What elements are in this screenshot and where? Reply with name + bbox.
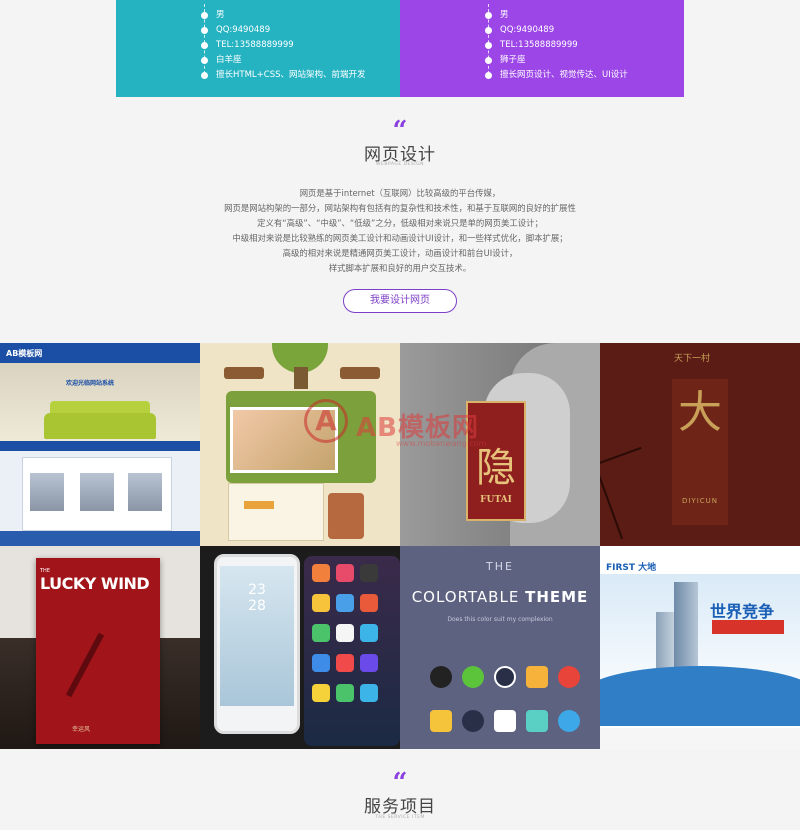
phone-clock: 23 28	[248, 582, 266, 614]
building-thumb	[30, 473, 64, 511]
banner-title: 世界竞争	[710, 602, 775, 621]
tree-trunk	[294, 367, 308, 389]
paper-tag	[244, 501, 274, 509]
app-icon	[312, 624, 330, 642]
profile-item: TEL:13588889999	[484, 38, 628, 53]
gallery-item-realestate-site[interactable]: FIRST 大地 世界竞争	[600, 546, 800, 749]
profile-list-1: 男 QQ:9490489 TEL:13588889999 白羊座 擅长HTML+…	[200, 8, 366, 83]
family-photo	[230, 407, 338, 473]
app-icon	[336, 624, 354, 642]
brand-label: DIYICUN	[681, 497, 719, 505]
profile-item: 男	[200, 8, 366, 23]
bullet-icon	[201, 57, 208, 64]
earth-image	[600, 666, 800, 726]
emblem-char: 隐	[476, 445, 516, 491]
section-subtitle: WEBPAGE DESIGN	[376, 162, 424, 167]
toggle-icon	[526, 710, 548, 732]
emoji-icon	[430, 710, 452, 732]
calendar-icon	[494, 710, 516, 732]
app-icon	[312, 564, 330, 582]
profile-item: QQ:9490489	[484, 23, 628, 38]
app-icon	[360, 624, 378, 642]
bullet-icon	[201, 27, 208, 34]
qq-icon	[430, 666, 452, 688]
bullet-icon	[201, 72, 208, 79]
clock-icon	[494, 666, 516, 688]
app-icon	[360, 654, 378, 672]
profile-item: 擅长HTML+CSS、网站架构、前端开发	[200, 68, 366, 83]
compass-icon	[558, 710, 580, 732]
gallery-item-website[interactable]: AB模板网 欢迎光临网站系统	[0, 343, 200, 546]
bullet-icon	[485, 12, 492, 19]
app-grid	[304, 556, 400, 746]
profile-card-2: 男 QQ:9490489 TEL:13588889999 狮子座 擅长网页设计、…	[400, 0, 684, 97]
bullet-icon	[485, 57, 492, 64]
notepaper	[228, 483, 324, 541]
gallery-item-lucky-wind[interactable]: THE LUCKY WIND 幸运风	[0, 546, 200, 749]
app-icon	[336, 684, 354, 702]
gallery-item-futai[interactable]: 隐 FUTAI	[400, 343, 600, 546]
building-thumb	[128, 473, 162, 511]
theme-caption: Does this color suit my complexion	[447, 616, 553, 623]
site-nav	[0, 441, 200, 451]
clock-icon	[462, 710, 484, 732]
app-icon	[360, 564, 378, 582]
weibo-icon	[558, 666, 580, 688]
banner-ribbon	[712, 620, 784, 634]
wechat-icon	[462, 666, 484, 688]
gallery-item-mobile-ui[interactable]: 23 28	[200, 546, 400, 749]
section-subtitle: THE SERVICE ITEM	[375, 815, 425, 820]
app-icon	[360, 684, 378, 702]
bullet-icon	[485, 72, 492, 79]
sign-right	[340, 367, 380, 379]
app-icon	[336, 654, 354, 672]
app-icon	[312, 594, 330, 612]
profile-cards: 男 QQ:9490489 TEL:13588889999 白羊座 擅长HTML+…	[116, 0, 684, 97]
design-webpage-button[interactable]: 我要设计网页	[343, 289, 457, 313]
site-footer	[600, 728, 800, 749]
theme-the: THE	[486, 560, 514, 573]
section-description: 网页是基于internet（互联网）比较高级的平台传媒， 网页是网站构架的一部分…	[224, 188, 576, 273]
app-icon	[312, 684, 330, 702]
gallery-item-diyicun[interactable]: 天下一村 大 DIYICUN	[600, 343, 800, 546]
bullet-icon	[201, 12, 208, 19]
portfolio-gallery: AB模板网 欢迎光临网站系统 隐 FUTAI 天下一村 大 DIYICUN TH…	[0, 343, 800, 749]
app-icon	[336, 594, 354, 612]
banner-tagline: 欢迎光临网站系统	[66, 380, 115, 387]
bullet-icon	[485, 42, 492, 49]
brush-icon	[526, 666, 548, 688]
profile-item: TEL:13588889999	[200, 38, 366, 53]
profile-item: QQ:9490489	[200, 23, 366, 38]
app-icon	[360, 594, 378, 612]
calligraphy-corner: 天下一村	[674, 354, 711, 364]
poster-title: LUCKY WIND	[40, 574, 150, 593]
site-footer	[0, 531, 200, 546]
gallery-item-kids-site[interactable]	[200, 343, 400, 546]
app-icon	[336, 564, 354, 582]
section-title: 服务项目	[364, 797, 436, 817]
profile-item: 男	[484, 8, 628, 23]
calligraphy-char: 大	[678, 387, 722, 438]
emblem-label: FUTAI	[480, 495, 512, 505]
profile-card-1: 男 QQ:9490489 TEL:13588889999 白羊座 擅长HTML+…	[116, 0, 400, 97]
bullet-icon	[485, 27, 492, 34]
branch-drawing	[600, 446, 669, 540]
site-logo: FIRST 大地	[606, 563, 657, 573]
app-icon	[312, 654, 330, 672]
building-thumb	[80, 473, 114, 511]
profile-item: 白羊座	[200, 53, 366, 68]
profile-item: 擅长网页设计、视觉传达、UI设计	[484, 68, 628, 83]
profile-list-2: 男 QQ:9490489 TEL:13588889999 狮子座 擅长网页设计、…	[484, 8, 628, 83]
sofa-image	[44, 413, 156, 439]
kids-image	[328, 493, 364, 539]
profile-item: 狮子座	[484, 53, 628, 68]
gallery-item-colortable-theme[interactable]: THE COLORTABLE THEME Does this color sui…	[400, 546, 600, 749]
theme-title: COLORTABLE THEME	[411, 588, 589, 606]
poster-footer: 幸运风	[72, 726, 91, 733]
site-logo: AB模板网	[6, 349, 43, 358]
bullet-icon	[201, 42, 208, 49]
sign-left	[224, 367, 264, 379]
